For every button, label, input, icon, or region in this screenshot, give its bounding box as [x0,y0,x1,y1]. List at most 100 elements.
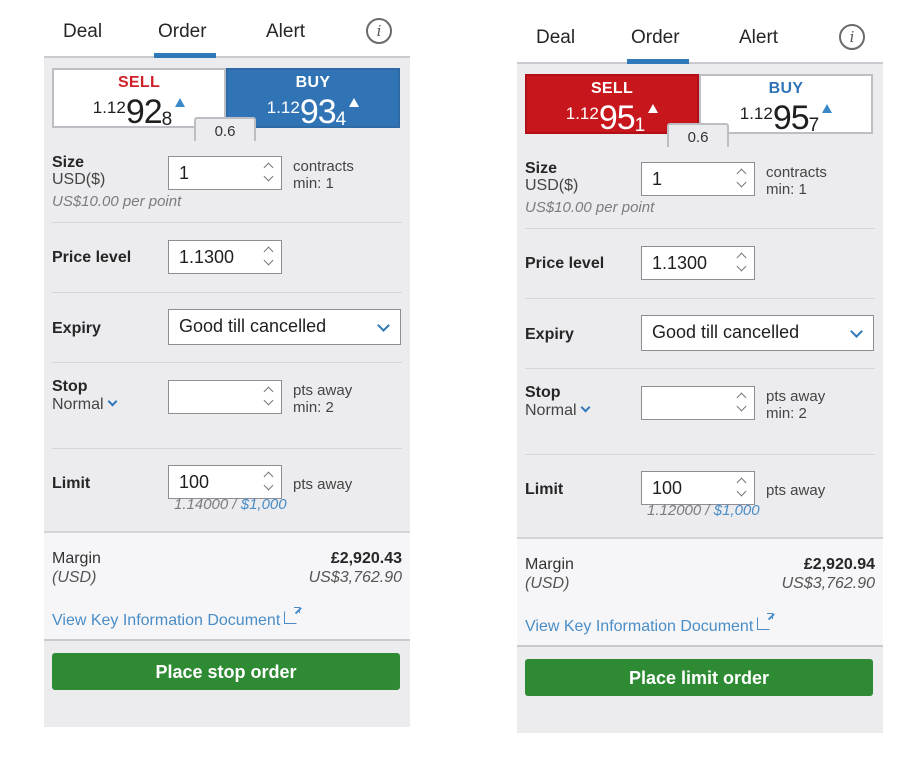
margin-usd: US$3,762.90 [781,575,875,592]
price-level-label: Price level [525,255,605,272]
place-order-button[interactable]: Place limit order [525,659,873,696]
stepper-arrows[interactable] [263,382,277,412]
margin-gbp: £2,920.94 [803,556,875,573]
stepper-arrows[interactable] [736,248,750,278]
price-level-row: Price level 1.1300 [52,223,402,293]
margin-values: £2,920.43 US$3,762.90 [309,549,402,587]
stop-label: Stop [525,384,561,401]
tab-order[interactable]: Order [631,27,680,49]
limit-level: 1.12000 / [647,502,710,519]
size-value: 1 [652,169,663,189]
chevron-down-icon[interactable] [736,486,747,497]
tab-order[interactable]: Order [158,21,207,43]
buy-price-big: 95 [772,99,810,137]
info-icon[interactable]: i [366,18,392,44]
margin-label: Margin [52,550,101,567]
price-level-row: Price level 1.1300 [525,229,875,299]
buy-price-pip: 7 [808,115,820,136]
tab-deal[interactable]: Deal [63,21,102,43]
stepper-arrows[interactable] [263,158,277,188]
chevron-down-icon[interactable] [263,395,274,406]
margin-summary: Margin (USD) £2,920.43 US$3,762.90 View … [44,531,410,639]
size-value: 1 [179,163,190,183]
limit-amount: $1,000 [713,502,760,519]
limit-label: Limit [52,475,91,492]
limit-value: 100 [652,478,683,498]
size-currency: USD($) [525,177,579,194]
stop-type-value[interactable]: Normal [525,402,577,419]
margin-values: £2,920.94 US$3,762.90 [782,555,875,593]
stop-unit: pts away min: 2 [293,382,352,416]
size-row: Size USD($) 1 contracts min: 1 US$10.00 … [52,150,402,223]
stepper-arrows[interactable] [736,388,750,418]
chevron-down-icon[interactable] [736,401,747,412]
tab-alert[interactable]: Alert [266,21,305,43]
size-label: Size [525,160,558,177]
stepper-arrows[interactable] [736,473,750,503]
expiry-label: Expiry [52,320,101,337]
info-icon[interactable]: i [839,24,865,50]
kid-link-label[interactable]: View Key Information Document [52,612,280,629]
stop-type-dropdown[interactable]: Normal [525,402,591,420]
stop-type-dropdown[interactable]: Normal [52,396,118,414]
expiry-row: Expiry Good till cancelled [525,299,875,369]
expiry-select[interactable]: Good till cancelled [168,309,401,345]
price-up-icon [822,104,833,113]
buy-label: BUY [768,80,804,97]
expiry-select[interactable]: Good till cancelled [641,315,874,351]
kid-link[interactable]: View Key Information Document [525,613,774,636]
kid-link[interactable]: View Key Information Document [52,607,301,630]
chevron-down-icon [377,319,390,332]
margin-currency: (USD) [525,575,570,592]
expiry-label: Expiry [525,326,574,343]
size-unit: contracts min: 1 [766,164,827,198]
place-order-button[interactable]: Place stop order [52,653,400,690]
stepper-arrows[interactable] [263,467,277,497]
chevron-down-icon[interactable] [263,255,274,266]
sell-price-prefix: 1.12 [565,104,599,123]
stepper-arrows[interactable] [263,242,277,272]
limit-calc: 1.14000 / $1,000 [174,496,287,513]
size-stepper[interactable]: 1 [641,162,755,196]
stop-stepper[interactable] [168,380,282,414]
chevron-down-icon[interactable] [736,261,747,272]
limit-stepper[interactable]: 100 [168,465,282,499]
size-stepper[interactable]: 1 [168,156,282,190]
price-level-value: 1.1300 [179,247,235,267]
stop-type-value[interactable]: Normal [52,396,104,413]
chevron-down-icon[interactable] [736,177,747,188]
price-level-value: 1.1300 [652,253,708,273]
price-level-stepper[interactable]: 1.1300 [641,246,755,280]
limit-unit: pts away [293,476,353,493]
quote-panel: SELL 1.12928 BUY 1.12934 0.6 [52,68,402,150]
active-tab-indicator [627,59,689,64]
size-unit-label: contracts [293,158,354,175]
spread-badge: 0.6 [667,123,729,147]
margin-usd: US$3,762.90 [308,569,402,586]
margin-label: Margin [525,556,574,573]
margin-summary: Margin (USD) £2,920.94 US$3,762.90 View … [517,537,883,645]
stepper-arrows[interactable] [736,164,750,194]
price-up-icon [349,98,360,107]
expiry-value: Good till cancelled [179,316,327,336]
ticket-footer: Place stop order [44,639,410,727]
stop-min: min: 2 [766,405,807,422]
kid-link-label[interactable]: View Key Information Document [525,618,753,635]
margin-gbp: £2,920.43 [330,550,402,567]
tab-alert[interactable]: Alert [739,27,778,49]
chevron-down-icon [580,402,591,413]
size-min: min: 1 [293,175,334,192]
sell-price-big: 92 [125,93,163,131]
stop-stepper[interactable] [641,386,755,420]
per-point-hint: US$10.00 per point [52,193,182,210]
chevron-down-icon[interactable] [263,480,274,491]
tab-deal[interactable]: Deal [536,27,575,49]
stop-row: Stop Normal pts away min: 2 [525,369,875,455]
price-level-stepper[interactable]: 1.1300 [168,240,282,274]
spread-badge: 0.6 [194,117,256,141]
chevron-down-icon[interactable] [263,171,274,182]
size-unit: contracts min: 1 [293,158,354,192]
size-currency: USD($) [52,171,106,188]
limit-stepper[interactable]: 100 [641,471,755,505]
margin-currency: (USD) [52,569,97,586]
